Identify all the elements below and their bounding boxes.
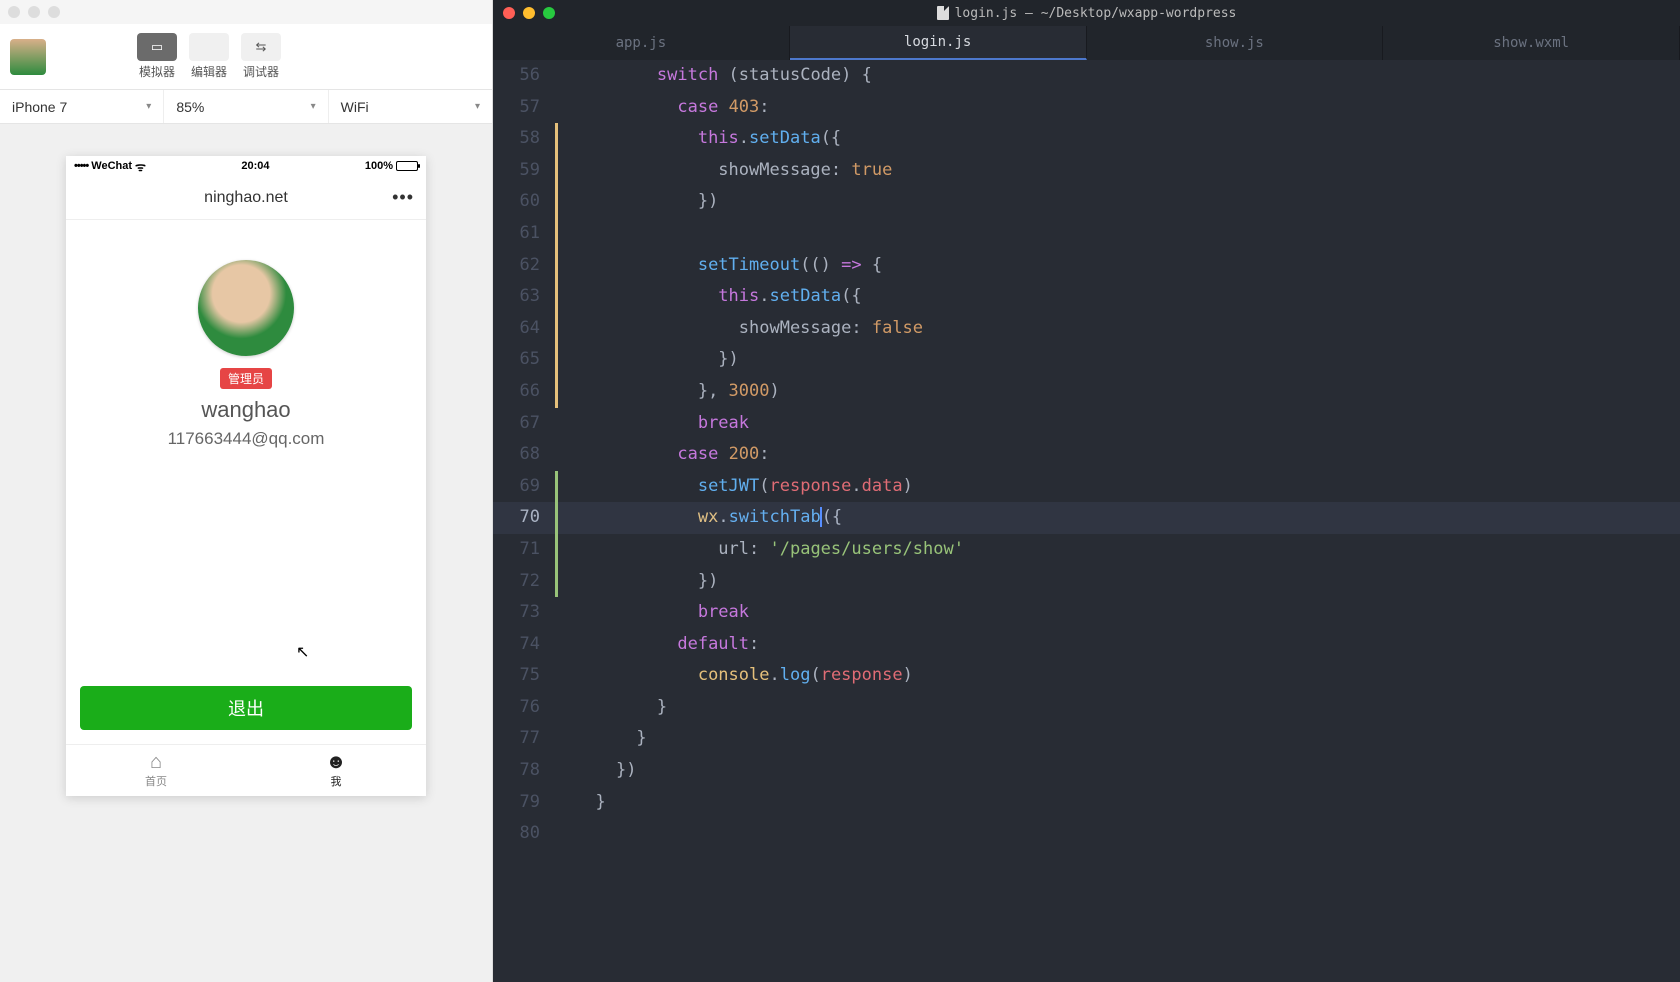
tab-首页[interactable]: ⌂首页 — [66, 745, 246, 796]
user-avatar-small[interactable] — [10, 39, 46, 75]
devtools-toolbar: ▭ 模拟器编辑器 ⇆ 调试器 — [0, 24, 492, 90]
battery-icon — [396, 161, 418, 171]
editor-tab[interactable]: login.js — [790, 26, 1087, 60]
zoom-select[interactable]: 85%▾ — [164, 90, 328, 123]
battery-label: 100% — [365, 160, 393, 172]
phone-navbar: ninghao.net ••• — [66, 176, 426, 220]
chevron-down-icon: ▾ — [311, 101, 316, 112]
tab-icon: ☻ — [325, 752, 346, 772]
wifi-icon: ᯤ — [135, 158, 146, 175]
editor-tab[interactable]: show.js — [1087, 26, 1384, 60]
phone-frame: ••••• WeChat ᯤ 20:04 100% ninghao.net ••… — [66, 156, 426, 796]
simulator-options: iPhone 7▾ 85%▾ WiFi▾ — [0, 90, 492, 124]
editor-titlebar: login.js — ~/Desktop/wxapp-wordpress — [493, 0, 1680, 26]
clock-label: 20:04 — [241, 160, 269, 172]
devtools-titlebar — [0, 0, 492, 24]
toolbar-模拟器[interactable]: ▭ 模拟器 — [134, 33, 180, 80]
user-avatar[interactable] — [198, 260, 294, 356]
chevron-down-icon: ▾ — [146, 101, 151, 112]
toolbar-icon: ⇆ — [241, 33, 281, 61]
devtools-window: ▭ 模拟器编辑器 ⇆ 调试器 iPhone 7▾ 85%▾ WiFi▾ ↖ •••••… — [0, 0, 493, 982]
toolbar-label: 调试器 — [243, 63, 279, 80]
page-title: ninghao.net — [204, 189, 288, 207]
tab-我[interactable]: ☻我 — [246, 745, 426, 796]
toolbar-icon: ▭ — [137, 33, 177, 61]
username-label: wanghao — [201, 397, 290, 423]
network-select[interactable]: WiFi▾ — [329, 90, 492, 123]
traffic-min-icon[interactable] — [28, 6, 40, 18]
traffic-close-icon[interactable] — [8, 6, 20, 18]
code-area[interactable]: switch (statusCode) { case 403: this.set… — [555, 60, 1680, 982]
traffic-max-icon[interactable] — [48, 6, 60, 18]
editor-tab[interactable]: show.wxml — [1383, 26, 1680, 60]
editor-tab[interactable]: app.js — [493, 26, 790, 60]
phone-tabbar: ⌂首页☻我 — [66, 744, 426, 796]
toolbar-label: 编辑器 — [191, 63, 227, 80]
file-icon — [937, 6, 949, 20]
phone-content: 管理员 wanghao 117663444@qq.com 退出 — [66, 220, 426, 744]
toolbar-label: 模拟器 — [139, 63, 175, 80]
tab-label: 我 — [331, 773, 342, 789]
phone-statusbar: ••••• WeChat ᯤ 20:04 100% — [66, 156, 426, 176]
toolbar-编辑器[interactable]: 编辑器 — [186, 33, 232, 80]
toolbar-调试器[interactable]: ⇆ 调试器 — [238, 33, 284, 80]
simulator-canvas: ↖ ••••• WeChat ᯤ 20:04 100% ninghao.net … — [0, 124, 492, 982]
chevron-down-icon: ▾ — [475, 101, 480, 112]
device-select[interactable]: iPhone 7▾ — [0, 90, 164, 123]
tab-icon: ⌂ — [150, 752, 162, 772]
signal-icon: ••••• — [74, 160, 88, 172]
logout-button[interactable]: 退出 — [80, 686, 412, 730]
email-label: 117663444@qq.com — [168, 429, 325, 449]
editor-tabs: app.jslogin.jsshow.jsshow.wxml — [493, 26, 1680, 60]
more-icon[interactable]: ••• — [392, 187, 414, 208]
toolbar-icon — [189, 33, 229, 61]
window-title: login.js — ~/Desktop/wxapp-wordpress — [955, 6, 1237, 21]
carrier-label: WeChat — [91, 160, 132, 172]
editor-window: login.js — ~/Desktop/wxapp-wordpress app… — [493, 0, 1680, 982]
tab-label: 首页 — [145, 773, 167, 789]
role-badge: 管理员 — [220, 368, 272, 389]
editor-body: 5657585960616263646566676869707172737475… — [493, 60, 1680, 982]
